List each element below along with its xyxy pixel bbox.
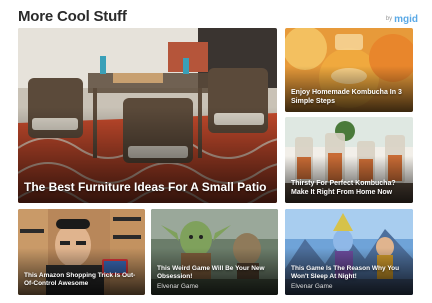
- card-title[interactable]: Thirsty For Perfect Kombucha? Make It Ri…: [291, 180, 407, 197]
- widget-title: More Cool Stuff: [18, 8, 127, 25]
- mgid-brand-logo[interactable]: by mgid: [386, 14, 418, 25]
- promo-card-patio-furniture[interactable]: The Best Furniture Ideas For A Small Pat…: [18, 28, 277, 203]
- promo-card-weird-game[interactable]: This Weird Game Will Be Your New Obsessi…: [151, 209, 278, 295]
- brand-prefix: by: [385, 16, 393, 22]
- brand-name: mgid: [394, 14, 418, 25]
- promo-card-game-sleep[interactable]: This Game Is The Reason Why You Won't Sl…: [285, 209, 413, 295]
- card-title[interactable]: Enjoy Homemade Kombucha In 3 Simple Step…: [291, 89, 407, 106]
- promo-card-amazon-trick[interactable]: This Amazon Shopping Trick Is Out-Of-Con…: [18, 209, 145, 295]
- promo-card-kombucha-home[interactable]: Thirsty For Perfect Kombucha? Make It Ri…: [285, 117, 413, 203]
- card-source[interactable]: Elvenar Game: [291, 283, 333, 290]
- promo-card-kombucha[interactable]: Enjoy Homemade Kombucha In 3 Simple Step…: [285, 28, 413, 112]
- card-title[interactable]: This Game Is The Reason Why You Won't Sl…: [291, 265, 407, 281]
- card-source[interactable]: Elvenar Game: [157, 283, 199, 290]
- card-title[interactable]: This Amazon Shopping Trick Is Out-Of-Con…: [24, 272, 139, 288]
- card-title[interactable]: This Weird Game Will Be Your New Obsessi…: [157, 265, 272, 281]
- card-title[interactable]: The Best Furniture Ideas For A Small Pat…: [24, 180, 271, 194]
- widget-header: More Cool Stuff by mgid: [18, 8, 418, 28]
